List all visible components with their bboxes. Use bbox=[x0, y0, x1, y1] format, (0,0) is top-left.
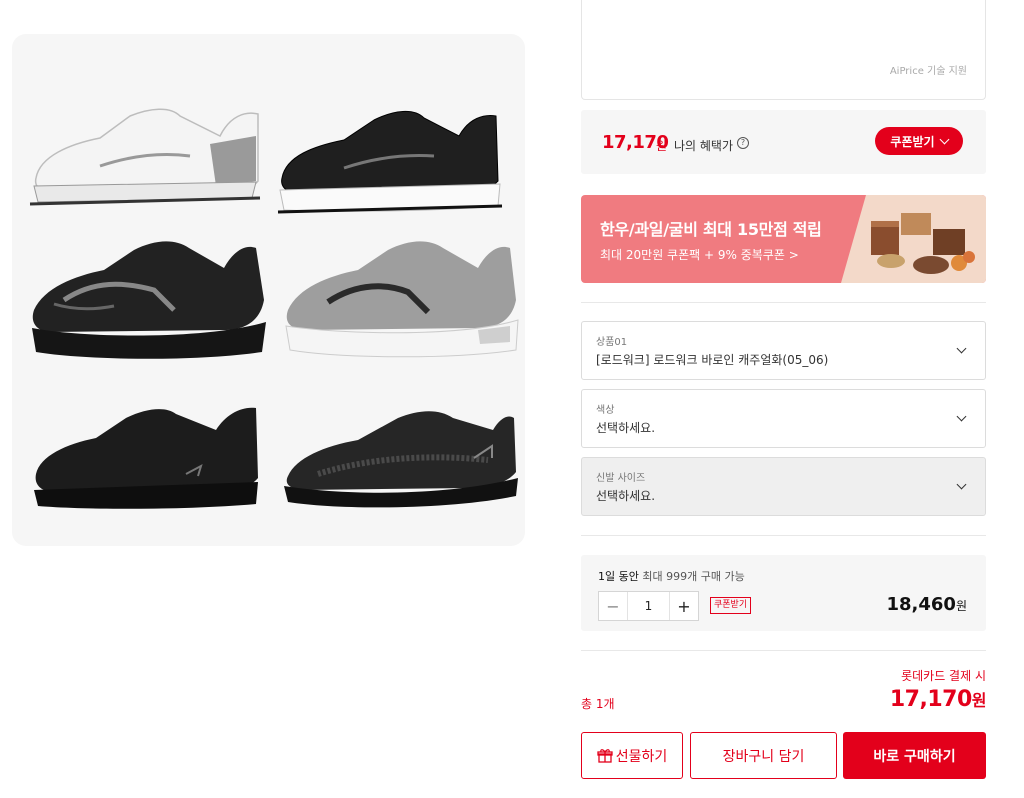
sneaker-chunky-grey bbox=[285, 241, 519, 358]
banner-title: 한우/과일/굴비 최대 15만점 적립 bbox=[600, 220, 822, 239]
total-price-value: 17,170 bbox=[889, 687, 972, 712]
select-label: 상품01 bbox=[596, 337, 628, 348]
coupon-tag-button[interactable]: 쿠폰받기 bbox=[710, 597, 752, 614]
purchase-limit-note: 1일 동안 최대 999개 구매 가능 bbox=[598, 568, 745, 584]
purchase-limit-text: 최대 999개 구매 가능 bbox=[642, 570, 745, 583]
chevron-down-icon bbox=[956, 343, 967, 354]
select-value: 선택하세요. bbox=[596, 489, 656, 503]
divider bbox=[581, 302, 986, 303]
chevron-down-icon bbox=[939, 134, 950, 144]
sneaker-black-leather bbox=[34, 407, 259, 509]
buy-now-button[interactable]: 바로 구매하기 bbox=[843, 732, 986, 779]
divider bbox=[581, 650, 986, 651]
total-count: 총 1개 bbox=[581, 697, 615, 711]
sneaker-chunky-black bbox=[32, 241, 266, 359]
increase-quantity-button[interactable]: + bbox=[670, 592, 698, 620]
quantity-panel: 1일 동안 최대 999개 구매 가능 − 1 + 쿠폰받기 18,460원 bbox=[581, 555, 986, 631]
total-price-unit: 원 bbox=[971, 691, 987, 710]
get-coupon-button[interactable]: 쿠폰받기 bbox=[875, 127, 963, 155]
gift-set-illustration bbox=[841, 195, 986, 283]
ai-price-box: AiPrice 기술 지원 bbox=[581, 0, 986, 100]
get-coupon-label: 쿠폰받기 bbox=[890, 134, 935, 149]
gift-button-label: 선물하기 bbox=[615, 748, 668, 765]
item-price-value: 18,460 bbox=[886, 594, 956, 615]
select-value: [로드워크] 로드워크 바로인 캐주얼화(05_06) bbox=[596, 353, 829, 367]
divider bbox=[581, 535, 986, 536]
item-price-unit: 원 bbox=[955, 599, 967, 613]
quantity-input[interactable]: 1 bbox=[627, 592, 670, 620]
option-select-shoe-size[interactable]: 신발 사이즈 선택하세요. bbox=[581, 457, 986, 516]
gift-icon bbox=[597, 748, 613, 763]
decrease-quantity-button[interactable]: − bbox=[599, 592, 627, 620]
option-select-color[interactable]: 색상 선택하세요. bbox=[581, 389, 986, 448]
chevron-down-icon bbox=[956, 411, 967, 422]
product-image[interactable] bbox=[12, 34, 525, 546]
ai-price-credit: AiPrice 기술 지원 bbox=[889, 66, 967, 77]
benefit-price-bar: 17,170 원 나의 혜택가 ? 쿠폰받기 bbox=[581, 110, 986, 174]
purchase-limit-period: 1일 동안 bbox=[598, 570, 639, 583]
select-label: 신발 사이즈 bbox=[596, 473, 646, 484]
benefit-price-unit: 원 bbox=[656, 139, 668, 153]
add-to-cart-button[interactable]: 장바구니 담기 bbox=[690, 732, 837, 779]
gift-button[interactable]: 선물하기 bbox=[581, 732, 683, 779]
card-payment-note: 롯데카드 결제 시 bbox=[901, 669, 986, 683]
select-value: 선택하세요. bbox=[596, 421, 656, 435]
chevron-down-icon bbox=[956, 479, 967, 490]
info-icon[interactable]: ? bbox=[737, 137, 749, 149]
quantity-stepper: − 1 + bbox=[598, 591, 699, 621]
sneaker-white bbox=[29, 108, 261, 206]
product-photo-sneakers bbox=[29, 108, 519, 509]
buy-now-label: 바로 구매하기 bbox=[873, 748, 956, 765]
promo-banner[interactable]: 한우/과일/굴비 최대 15만점 적립 최대 20만원 쿠폰팩 + 9% 중복쿠… bbox=[581, 195, 986, 283]
sneaker-black-knit bbox=[284, 411, 518, 508]
benefit-label: 나의 혜택가 bbox=[674, 139, 734, 153]
item-price: 18,460원 bbox=[886, 594, 967, 615]
banner-subtitle: 최대 20만원 쿠폰팩 + 9% 중복쿠폰 > bbox=[600, 248, 799, 262]
option-select-product[interactable]: 상품01 [로드워크] 로드워크 바로인 캐주얼화(05_06) bbox=[581, 321, 986, 380]
select-label: 색상 bbox=[596, 405, 615, 416]
sneaker-black-white-sole bbox=[277, 111, 503, 214]
add-to-cart-label: 장바구니 담기 bbox=[722, 748, 805, 765]
total-price: 17,170원 bbox=[889, 687, 987, 712]
